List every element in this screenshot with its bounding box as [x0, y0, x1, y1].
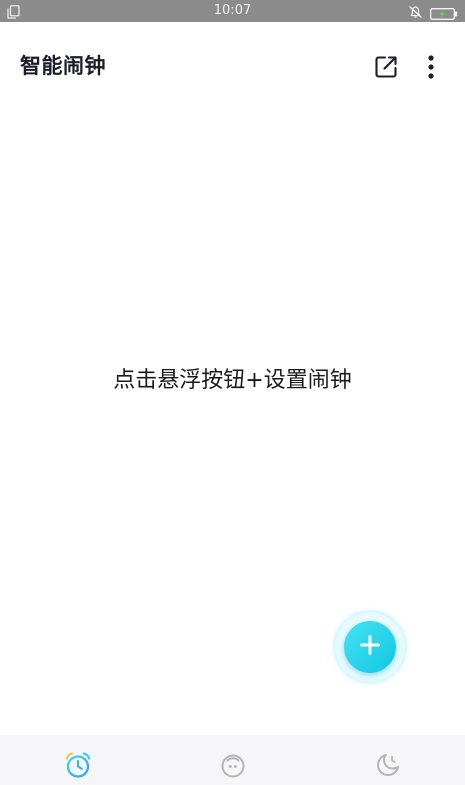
- nav-item-bedtime[interactable]: [310, 735, 465, 785]
- add-alarm-button[interactable]: [344, 621, 396, 673]
- nav-item-alarm[interactable]: [0, 735, 155, 785]
- plus-icon: [359, 634, 381, 660]
- timer-icon: [219, 751, 247, 783]
- open-in-new-icon: [373, 56, 399, 84]
- screen: 10:07 智能闹钟 点击悬浮按钮+设置闹钟: [0, 0, 465, 785]
- battery-charging-icon: [430, 5, 458, 20]
- page-title: 智能闹钟: [20, 54, 106, 78]
- app-bar: 智能闹钟: [0, 22, 465, 110]
- empty-state-hint: 点击悬浮按钮+设置闹钟: [113, 368, 352, 393]
- bell-off-icon: [408, 4, 423, 18]
- status-bar: 10:07: [0, 0, 465, 22]
- more-options-button[interactable]: [419, 52, 443, 82]
- nav-item-timer[interactable]: [155, 735, 310, 785]
- bedtime-icon: [374, 751, 402, 783]
- more-vert-icon: [419, 55, 443, 86]
- status-time: 10:07: [213, 3, 252, 18]
- open-in-new-button[interactable]: [373, 54, 399, 80]
- bottom-nav: [0, 735, 465, 785]
- alarm-clock-icon: [64, 751, 92, 783]
